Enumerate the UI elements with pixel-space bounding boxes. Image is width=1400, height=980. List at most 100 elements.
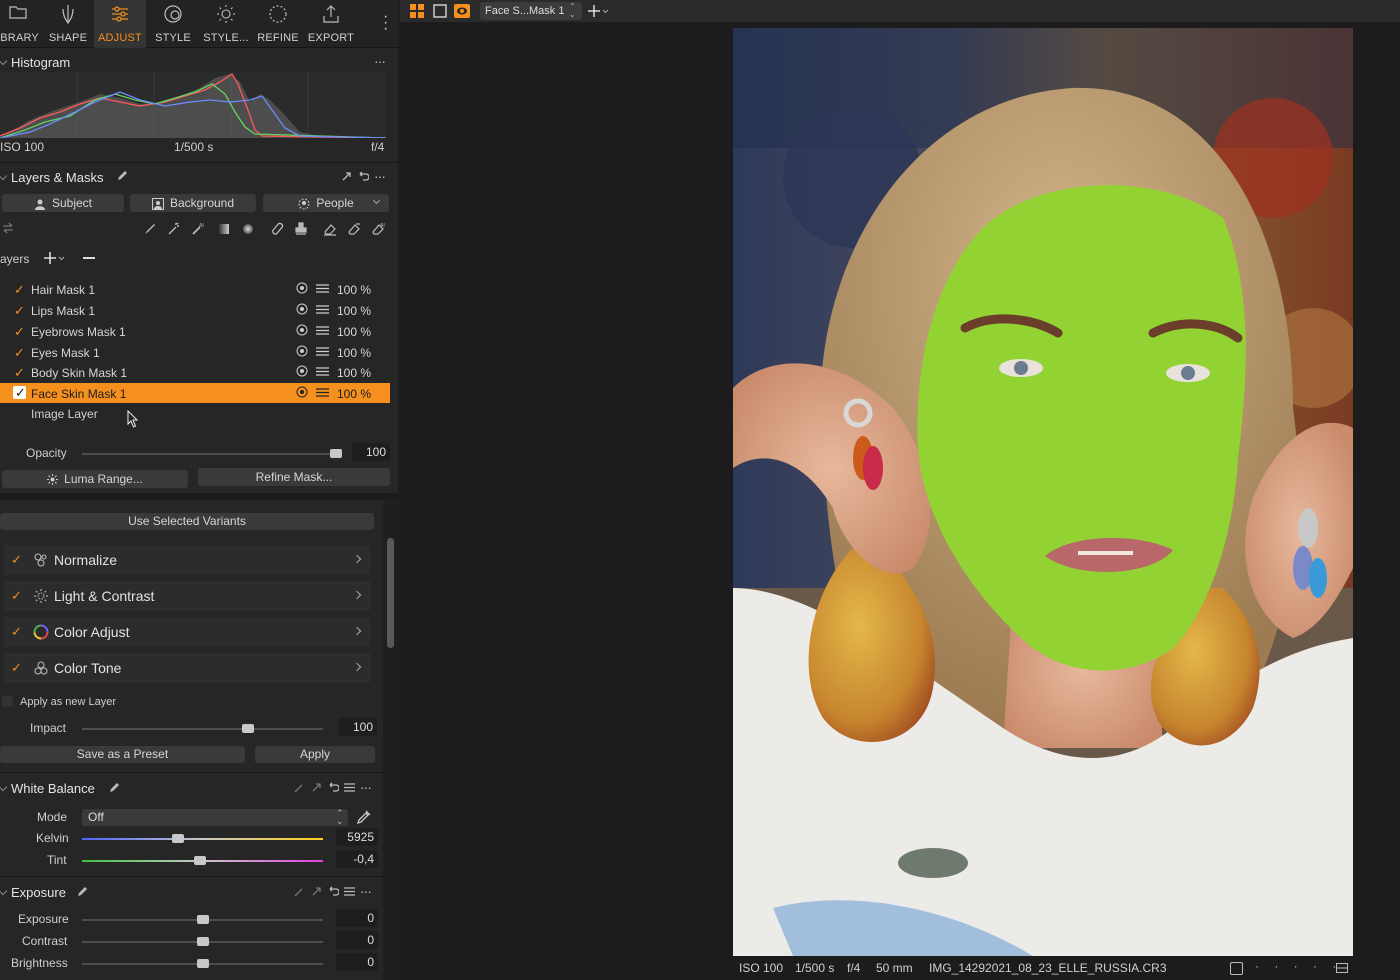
tab-style-2[interactable]: STYLE... [200,0,252,48]
mask-visibility-icon[interactable] [296,365,308,377]
add-variant-icon[interactable] [588,4,612,18]
expand-icon[interactable] [311,886,322,897]
healing-brush-icon[interactable] [271,222,285,236]
kelvin-slider[interactable] [82,838,323,840]
reset-icon[interactable] [327,886,339,897]
mode-select[interactable]: Off ⌃ ⌄ [82,809,348,826]
scrollbar-thumb[interactable] [387,538,394,648]
checkbox-checked-icon[interactable]: ✓ [11,588,22,604]
single-view-icon[interactable] [433,4,447,18]
radial-gradient-icon[interactable] [241,222,255,236]
adjust-sliders-icon[interactable] [316,366,329,377]
pen-icon[interactable] [116,170,128,182]
impact-slider[interactable] [82,728,323,730]
checkbox-checked-icon[interactable]: ✓ [14,282,25,298]
refine-mask-button[interactable]: Refine Mask... [198,468,390,486]
contrast-slider-handle[interactable] [197,937,209,946]
magic-eraser-icon[interactable] [347,222,361,236]
expand-icon[interactable] [341,171,352,182]
adjust-sliders-icon[interactable] [316,325,329,336]
exposure-slider-handle[interactable] [197,915,209,924]
picker-icon[interactable] [294,783,304,793]
apply-button[interactable]: Apply [255,746,375,763]
checkbox-checked-icon[interactable]: ✓ [14,365,25,381]
tint-value-field[interactable]: -0,4 [336,850,378,868]
checkbox-checked-icon[interactable]: ✓ [11,624,22,640]
brightness-value-field[interactable]: 0 [336,953,378,971]
remove-layer-icon[interactable] [83,257,95,259]
collapse-chevron-icon[interactable] [0,886,8,896]
more-icon[interactable]: ··· [374,53,386,69]
filmstrip-icon[interactable] [1336,963,1348,973]
checkbox-checked-icon[interactable]: ✓ [11,552,22,568]
exposure-header[interactable]: Exposure ··· [0,880,383,906]
tab-library[interactable]: IBRARY [0,0,44,48]
brush-tool-icon[interactable] [143,222,157,236]
layer-row[interactable]: ✓ Eyes Mask 1 100 % [0,342,390,362]
more-icon[interactable]: ··· [360,883,372,899]
checkbox-checked-icon[interactable]: ✓ [14,324,25,340]
picker-icon[interactable] [294,887,304,897]
select-people-button[interactable]: People [263,194,389,212]
tab-refine[interactable]: REFINE [252,0,304,48]
more-icon[interactable]: ··· [360,779,372,795]
opacity-slider-handle[interactable] [330,449,342,458]
variant-color-tone[interactable]: ✓ Color Tone [4,653,371,683]
variant-light-contrast[interactable]: ✓ Light & Contrast [4,581,371,611]
select-subject-button[interactable]: Subject [2,194,124,212]
checkbox-checked-icon[interactable]: ✓ [14,345,25,361]
checkbox-checked-icon[interactable]: ✓ [11,660,22,676]
add-layer-icon[interactable] [44,251,66,265]
layer-row[interactable]: ✓ Hair Mask 1 100 % [0,279,390,299]
adjust-sliders-icon[interactable] [316,346,329,357]
contrast-value-field[interactable]: 0 [336,931,378,949]
layers-masks-header[interactable]: Layers & Masks ··· [0,165,398,191]
more-icon[interactable]: ··· [374,168,386,184]
collapse-chevron-icon[interactable] [0,56,8,66]
eyedropper-icon[interactable] [356,809,372,825]
layer-row[interactable]: ✓ Lips Mask 1 100 % [0,300,390,320]
mask-visibility-icon[interactable] [296,345,308,357]
layer-row-selected[interactable]: ✓ Face Skin Mask 1 100 % [0,383,390,403]
reset-icon[interactable] [327,782,339,793]
white-balance-header[interactable]: White Balance ··· [0,776,383,802]
mask-visibility-icon[interactable] [296,303,308,315]
mask-overlay-icon[interactable] [454,4,470,18]
mask-visibility-icon[interactable] [296,282,308,294]
collapse-chevron-icon[interactable] [0,782,8,792]
opacity-slider[interactable] [82,453,336,455]
opacity-value-field[interactable]: 100 [352,443,390,461]
variant-color-adjust[interactable]: ✓ Color Adjust [4,617,371,647]
expand-icon[interactable] [311,782,322,793]
use-selected-variants-button[interactable]: Use Selected Variants [0,513,374,530]
mask-visibility-icon[interactable] [296,386,308,398]
pen-icon[interactable] [76,886,88,898]
layer-row[interactable]: ✓ Eyebrows Mask 1 100 % [0,321,390,341]
tab-export[interactable]: EXPORT [305,0,357,48]
linear-gradient-icon[interactable] [217,222,231,236]
pen-icon[interactable] [108,782,120,794]
image-layer-label[interactable]: Image Layer [31,407,98,421]
adjust-sliders-icon[interactable] [316,283,329,294]
ai-eraser-icon[interactable]: AI [371,222,385,236]
tab-adjust[interactable]: ADJUST [94,0,146,48]
magic-brush-icon[interactable] [167,222,181,236]
select-background-button[interactable]: Background [130,194,256,212]
page-dots-icon[interactable]: · · · · · [1255,959,1342,973]
impact-value-field[interactable]: 100 [339,718,377,736]
menu-icon[interactable] [344,887,355,896]
tint-slider-handle[interactable] [194,856,207,865]
auto-brush-icon[interactable]: AI [191,222,205,236]
clone-stamp-icon[interactable] [294,222,308,236]
collapse-chevron-icon[interactable] [0,171,8,181]
photo-canvas[interactable] [733,28,1353,956]
apply-new-layer-checkbox[interactable] [2,696,13,707]
reset-icon[interactable] [357,171,369,182]
grid-view-icon[interactable] [410,4,424,18]
save-preset-button[interactable]: Save as a Preset [0,746,245,763]
luma-range-button[interactable]: Luma Range... [2,470,188,488]
brightness-slider-handle[interactable] [197,959,209,968]
mask-visibility-icon[interactable] [296,324,308,336]
tab-shape[interactable]: SHAPE [42,0,94,48]
menu-icon[interactable] [344,783,355,792]
